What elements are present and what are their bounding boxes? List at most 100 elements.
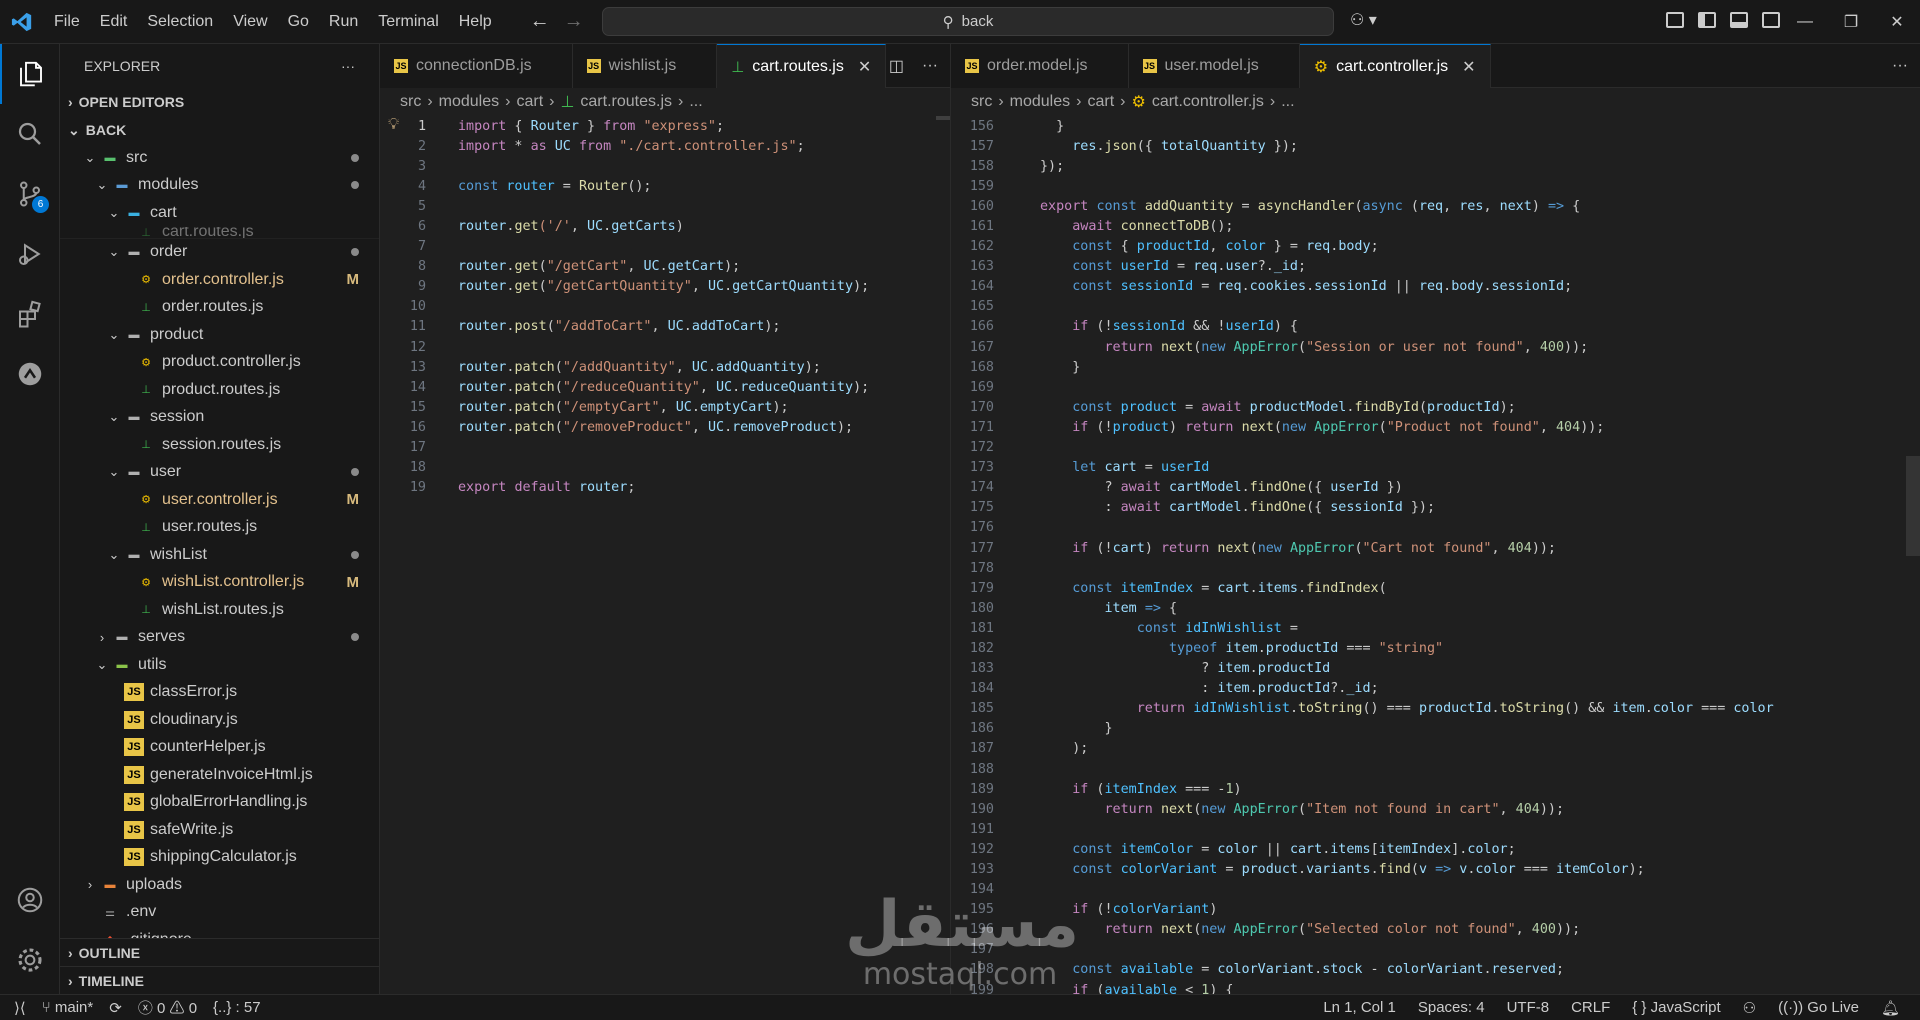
menu-item-go[interactable]: Go — [278, 0, 319, 44]
breadcrumb-item[interactable]: src — [400, 93, 421, 111]
menu-item-run[interactable]: Run — [319, 0, 368, 44]
cursor-position[interactable]: Ln 1, Col 1 — [1323, 999, 1396, 1016]
tree-item[interactable]: ⊥ product.routes.js — [60, 376, 379, 404]
tree-item[interactable]: › ▬ uploads — [60, 871, 379, 899]
tab-order-model-js[interactable]: JS order.model.js — [951, 44, 1129, 88]
tab-cart-routes-js[interactable]: ⊥ cart.routes.js ✕ — [717, 44, 887, 88]
forward-arrow-icon[interactable]: → — [564, 10, 584, 33]
tab-connectiondb-js[interactable]: JS connectionDB.js — [380, 44, 573, 88]
tree-item[interactable]: JS counterHelper.js — [60, 734, 379, 762]
tree-item[interactable]: ⊥ wishList.routes.js — [60, 596, 379, 624]
indentation[interactable]: Spaces: 4 — [1418, 999, 1485, 1016]
more-actions-icon[interactable]: ··· — [341, 58, 355, 74]
outline-section[interactable]: › OUTLINE — [60, 938, 379, 966]
extensions-icon[interactable] — [0, 284, 60, 344]
source-control-icon[interactable]: 6 — [0, 164, 60, 224]
timeline-section[interactable]: › TIMELINE — [60, 966, 379, 994]
tree-item[interactable]: ⌄ ▬ utils — [60, 651, 379, 679]
tree-item[interactable]: JS cloudinary.js — [60, 706, 379, 734]
menu-item-terminal[interactable]: Terminal — [368, 0, 448, 44]
tab-user-model-js[interactable]: JS user.model.js — [1128, 44, 1300, 88]
tree-item[interactable]: ⌄ ▬ product — [60, 321, 379, 349]
minimize-icon[interactable]: — — [1782, 0, 1828, 44]
manage-gear-icon[interactable] — [0, 930, 60, 990]
notifications-bell-icon[interactable]: 🔔︎ — [1881, 999, 1900, 1017]
line-endings[interactable]: CRLF — [1571, 999, 1610, 1016]
copilot-icon[interactable]: ⚇ ▾ — [1350, 10, 1377, 30]
language-mode[interactable]: { } JavaScript — [1632, 999, 1720, 1016]
breadcrumb-item[interactable]: cart.routes.js — [580, 93, 672, 111]
toggle-primary-sidebar-icon[interactable] — [1698, 12, 1716, 28]
command-center-search[interactable]: ⚲ back — [602, 7, 1334, 36]
open-editors-section[interactable]: › OPEN EDITORS — [60, 88, 379, 116]
breadcrumb-item[interactable]: cart — [516, 93, 543, 111]
close-tab-icon[interactable]: ✕ — [1462, 57, 1475, 77]
tree-item[interactable]: ⚙ product.controller.js — [60, 349, 379, 377]
tree-item[interactable]: JS globalErrorHandling.js — [60, 789, 379, 817]
braces-indicator[interactable]: {..} : 57 — [213, 999, 261, 1016]
tree-item[interactable]: ⚙ order.controller.js M — [60, 266, 379, 294]
menu-item-selection[interactable]: Selection — [137, 0, 223, 44]
problems-indicator[interactable]: ⓧ 0 ⚠ 0 — [138, 997, 197, 1018]
menu-item-help[interactable]: Help — [449, 0, 502, 44]
menu-item-view[interactable]: View — [223, 0, 277, 44]
copilot-status-icon[interactable]: ⚇ — [1743, 999, 1756, 1017]
tree-item[interactable]: ⌄ ▬ wishList — [60, 541, 379, 569]
breadcrumb-item[interactable]: cart — [1087, 93, 1114, 111]
tree-item[interactable]: ⌄ ▬ user — [60, 459, 379, 487]
code-editor[interactable]: 156 } 157 res.json({ totalQuantity }); 158… — [951, 116, 1920, 1000]
customize-layout-icon[interactable] — [1666, 12, 1684, 28]
remote-indicator-icon[interactable]: ⟩⟨ — [14, 999, 26, 1017]
breadcrumb-item[interactable]: modules — [439, 93, 499, 111]
accounts-icon[interactable] — [0, 870, 60, 930]
tree-item[interactable]: ⚙ wishList.controller.js M — [60, 569, 379, 597]
tree-item[interactable]: › ▬ serves — [60, 624, 379, 652]
remote-explorer-icon[interactable] — [0, 344, 60, 404]
branch-indicator[interactable]: ⑂ main* — [42, 999, 94, 1016]
tree-item[interactable]: JS generateInvoiceHtml.js — [60, 761, 379, 789]
tree-item[interactable]: JS safeWrite.js — [60, 816, 379, 844]
encoding[interactable]: UTF-8 — [1507, 999, 1550, 1016]
search-view-icon[interactable] — [0, 104, 60, 164]
run-debug-icon[interactable] — [0, 224, 60, 284]
breadcrumb-item[interactable]: cart.controller.js — [1152, 93, 1264, 111]
sync-icon[interactable]: ⟳ — [109, 999, 122, 1017]
tree-item[interactable]: ⊥ session.routes.js — [60, 431, 379, 459]
go-live-button[interactable]: ((·)) Go Live — [1778, 999, 1859, 1016]
tab-cart-controller-js[interactable]: ⚙ cart.controller.js ✕ — [1299, 44, 1491, 88]
tree-item[interactable]: ⌄ ▬ modules — [60, 172, 379, 200]
code-editor[interactable]: 1 import { Router } from "express"; 2 impor… — [380, 116, 950, 498]
breadcrumb-item[interactable]: src — [971, 93, 992, 111]
editor-scrollbar[interactable] — [936, 116, 950, 120]
tree-item[interactable]: ⊥ user.routes.js — [60, 514, 379, 542]
tree-item[interactable]: ⌄ ▬ src — [60, 144, 379, 172]
tree-item[interactable]: ⊥ cart.routes.js — [60, 227, 379, 239]
tab-wishlist-js[interactable]: JS wishlist.js — [572, 44, 718, 88]
explorer-icon[interactable] — [0, 44, 60, 104]
tree-item[interactable]: ⌄ ▬ session — [60, 404, 379, 432]
tree-item[interactable]: ⚙ user.controller.js M — [60, 486, 379, 514]
tree-item[interactable]: JS shippingCalculator.js — [60, 844, 379, 872]
breadcrumb-item[interactable]: modules — [1010, 93, 1070, 111]
tree-item[interactable]: ⚌ .env — [60, 899, 379, 927]
more-actions-icon[interactable]: ··· — [922, 57, 938, 75]
back-arrow-icon[interactable]: ← — [530, 10, 550, 33]
tree-item[interactable]: ⊥ order.routes.js — [60, 294, 379, 322]
tree-item[interactable]: ⌄ ▬ cart — [60, 199, 379, 227]
close-window-icon[interactable]: ✕ — [1874, 0, 1920, 44]
more-actions-icon[interactable]: ··· — [1892, 57, 1908, 75]
menu-item-edit[interactable]: Edit — [90, 0, 138, 44]
workspace-root-section[interactable]: ⌄ BACK — [60, 116, 379, 144]
restore-icon[interactable]: ❐ — [1828, 0, 1874, 44]
close-tab-icon[interactable]: ✕ — [858, 57, 871, 77]
breadcrumb-item[interactable]: ... — [1281, 93, 1294, 111]
toggle-panel-icon[interactable] — [1730, 12, 1748, 28]
tree-item[interactable]: ⌄ ▬ order — [60, 239, 379, 267]
split-editor-icon[interactable]: ◫ — [889, 56, 904, 76]
tree-item[interactable]: JS classError.js — [60, 679, 379, 707]
lightbulb-icon[interactable]: 💡︎ — [388, 116, 399, 134]
menu-item-file[interactable]: File — [44, 0, 90, 44]
toggle-secondary-sidebar-icon[interactable] — [1762, 12, 1780, 28]
editor-scrollbar[interactable] — [1906, 456, 1920, 556]
breadcrumb-item[interactable]: ... — [689, 93, 702, 111]
